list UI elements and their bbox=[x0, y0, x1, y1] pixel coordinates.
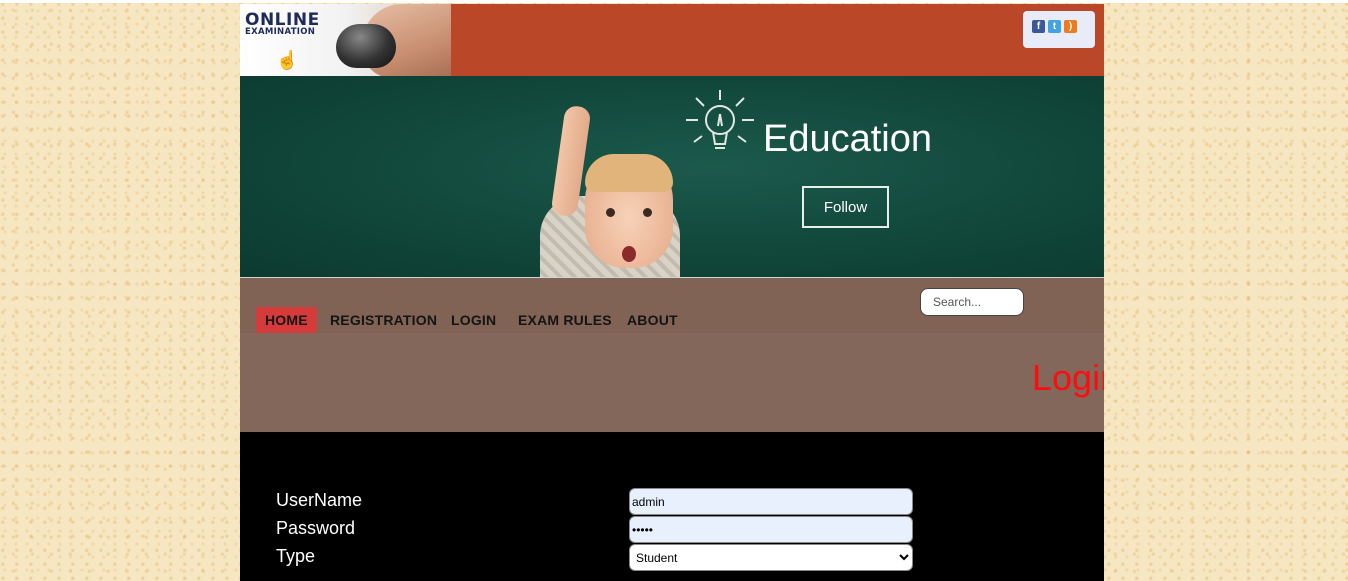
logo-text-examination: EXAMINATION bbox=[245, 27, 316, 37]
banner-title: Education bbox=[763, 118, 933, 160]
nav-item-login[interactable]: LOGIN bbox=[442, 307, 505, 333]
child-eye-right bbox=[643, 208, 652, 217]
hero-banner: Education Follow bbox=[240, 76, 1104, 277]
nav-item-about[interactable]: ABOUT bbox=[618, 307, 687, 333]
login-form: UserName Password Type Student bbox=[240, 432, 1104, 581]
child-mouth-graphic bbox=[622, 246, 636, 262]
main-nav: HOME REGISTRATION LOGIN EXAM RULES ABOUT bbox=[240, 277, 1104, 334]
facebook-icon[interactable]: f bbox=[1032, 20, 1045, 33]
top-border bbox=[0, 0, 1348, 3]
password-label: Password bbox=[276, 518, 356, 538]
cursor-hand-icon: ☝ bbox=[276, 50, 299, 70]
site-header: ONLINE EXAMINATION ☝ f t ) bbox=[240, 4, 1104, 76]
logo-mouse-graphic bbox=[336, 24, 396, 68]
nav-item-exam-rules[interactable]: EXAM RULES bbox=[509, 307, 621, 333]
nav-item-registration[interactable]: REGISTRATION bbox=[321, 307, 446, 333]
child-eye-left bbox=[606, 208, 615, 217]
site-logo[interactable]: ONLINE EXAMINATION ☝ bbox=[240, 4, 451, 76]
twitter-icon[interactable]: t bbox=[1048, 20, 1061, 33]
password-field[interactable] bbox=[629, 516, 913, 543]
type-label: Type bbox=[276, 546, 316, 566]
page-title-band: Login bbox=[240, 333, 1104, 432]
page-container: ONLINE EXAMINATION ☝ f t ) Education Fol… bbox=[240, 4, 1104, 581]
search-input[interactable] bbox=[920, 288, 1024, 316]
username-label: UserName bbox=[276, 490, 363, 510]
type-select[interactable]: Student bbox=[629, 544, 913, 571]
light-bulb-icon bbox=[686, 90, 754, 149]
follow-button[interactable]: Follow bbox=[802, 186, 889, 228]
rss-icon[interactable]: ) bbox=[1064, 20, 1077, 33]
child-hair-graphic bbox=[585, 154, 673, 192]
social-links: f t ) bbox=[1023, 11, 1095, 48]
nav-item-home[interactable]: HOME bbox=[256, 307, 317, 333]
username-field[interactable] bbox=[629, 488, 913, 515]
page-title: Login bbox=[1032, 357, 1104, 398]
